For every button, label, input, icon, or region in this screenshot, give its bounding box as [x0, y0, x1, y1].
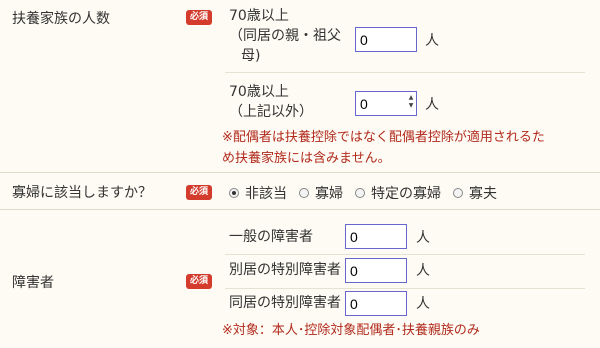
required-badge: 必須 [186, 274, 212, 289]
radio-not-applicable[interactable] [229, 188, 239, 198]
dependents-label: 扶養家族の人数 [12, 11, 110, 27]
stepper-arrows-icon[interactable]: ▲ ▼ [407, 94, 415, 111]
disability-label: 障害者 [12, 275, 54, 291]
over70-other-label: 70歳以上 （上記以外） [229, 84, 313, 120]
separate-special-disability-input[interactable] [345, 258, 407, 283]
separate-special-disability-unit: 人 [416, 263, 430, 279]
subrow-divider [225, 254, 585, 255]
over70-cohabiting-unit: 人 [425, 33, 439, 49]
widow-radio-group: 非該当 寡婦 特定の寡婦 寡夫 [229, 184, 509, 202]
required-badge: 必須 [186, 10, 212, 25]
widow-label: 寡婦に該当しますか？ [12, 185, 152, 201]
radio-special-widow[interactable] [355, 188, 365, 198]
radio-label[interactable]: 寡婦 [315, 183, 343, 203]
spouse-note: ※配偶者は扶養控除ではなく配偶者控除が適用されるた め扶養家族には含みません。 [222, 130, 545, 166]
radio-widow[interactable] [299, 188, 309, 198]
dependents-section: 扶養家族の人数 必須 70歳以上 （同居の親・祖父 母) 人 70歳以上 （上記… [0, 0, 600, 172]
disability-section: 障害者 必須 一般の障害者 人 別居の特別障害者 人 同居の特別障害者 人 ※対… [0, 209, 600, 348]
cohabiting-special-disability-label: 同居の特別障害者 [229, 295, 341, 311]
radio-label[interactable]: 特定の寡婦 [371, 183, 441, 203]
radio-label[interactable]: 非該当 [245, 183, 287, 203]
separate-special-disability-label: 別居の特別障害者 [229, 262, 341, 278]
over70-other-unit: 人 [425, 97, 439, 113]
subrow-divider [225, 72, 585, 73]
general-disability-label: 一般の障害者 [229, 229, 313, 245]
general-disability-input[interactable] [345, 224, 407, 249]
over70-cohabiting-input[interactable] [355, 27, 417, 52]
over70-cohabiting-label: 70歳以上 （同居の親・祖父 母) [229, 8, 341, 64]
widow-section: 寡婦に該当しますか？ 必須 非該当 寡婦 特定の寡婦 寡夫 [0, 172, 600, 210]
radio-label[interactable]: 寡夫 [469, 183, 497, 203]
disability-note: ※対象：本人･控除対象配偶者･扶養親族のみ [222, 323, 480, 338]
cohabiting-special-disability-unit: 人 [416, 296, 430, 312]
over70-other-stepper[interactable]: ▲▼ [355, 91, 417, 116]
subrow-divider [225, 288, 585, 289]
required-badge: 必須 [186, 185, 212, 200]
radio-widower[interactable] [453, 188, 463, 198]
cohabiting-special-disability-input[interactable] [345, 291, 407, 316]
general-disability-unit: 人 [416, 230, 430, 246]
